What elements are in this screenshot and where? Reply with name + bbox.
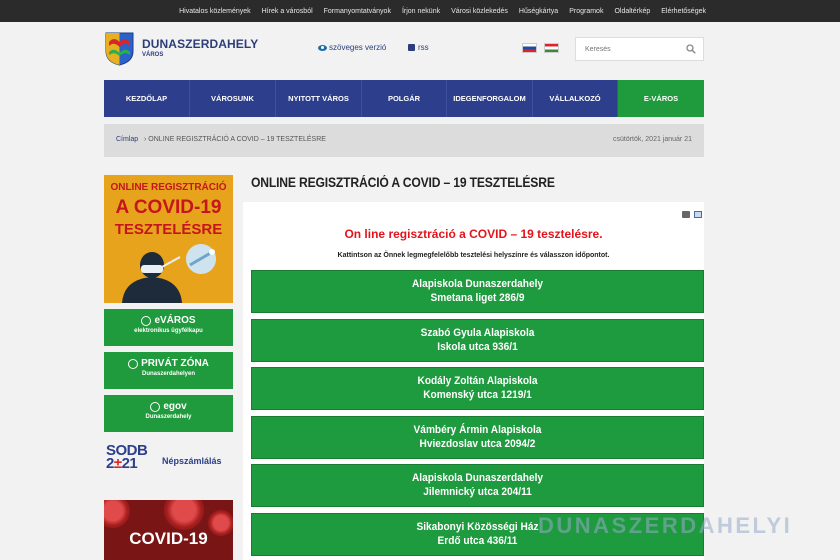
private-zone-subtitle: Dunaszerdahelyen (141, 371, 196, 377)
location-button[interactable]: Kodály Zoltán Alapiskola Komenský utca 1… (251, 367, 704, 410)
egov-subtitle: Dunaszerdahely (145, 414, 192, 420)
egov-title: egov (163, 401, 187, 412)
topbar-link-sitemap[interactable]: Oldaltérkép (614, 8, 650, 15)
covid-info-card[interactable]: COVID-19 (104, 500, 233, 560)
covid-card-label: COVID-19 (129, 529, 208, 548)
nav-item-e-city[interactable]: E-VÁROS (618, 80, 704, 117)
nav-item-home[interactable]: KEZDŐLAP (104, 80, 190, 117)
slovak-flag-icon[interactable] (522, 43, 537, 53)
banner-line-2: A COVID-19 (115, 197, 222, 218)
topbar-link-news[interactable]: Hírek a városból (262, 8, 313, 15)
e-city-subtitle: elektronikus ügyfélkapu (134, 328, 203, 334)
banner-line-1: ONLINE REGISZTRÁCIÓ (110, 182, 227, 193)
census-logo-num-a: 2 (106, 455, 114, 472)
census-logo: SODB 2±21 (106, 443, 148, 472)
breadcrumb: Címlap › ONLINE REGISZTRÁCIÓ A COVID – 1… (104, 124, 704, 157)
site-logo-title[interactable]: DUNASZERDAHELY (142, 37, 258, 51)
breadcrumb-separator: › (144, 136, 147, 143)
rss-label: rss (418, 43, 429, 52)
search-input[interactable] (576, 38, 676, 61)
nav-item-entrepreneur[interactable]: VÁLLALKOZÓ (533, 80, 618, 117)
article-instruction: Kattintson az Önnek legmegfelelőbb teszt… (337, 252, 610, 259)
covid-test-illustration (122, 244, 216, 303)
text-version-link[interactable]: szöveges verzió (318, 43, 386, 52)
location-button[interactable]: Alapiskola Dunaszerdahely Jilemnický utc… (251, 464, 704, 507)
main-content: ONLINE REGISZTRÁCIÓ A COVID – 19 TESZTEL… (243, 167, 704, 560)
text-version-label: szöveges verzió (329, 43, 387, 52)
topbar-link-contact[interactable]: Írjon nekünk (402, 8, 440, 15)
article-body: On line regisztráció a COVID – 19 teszte… (243, 202, 704, 560)
virus-decoration (164, 500, 204, 530)
city-crest-icon[interactable] (105, 32, 134, 66)
hungarian-flag-icon[interactable] (544, 43, 559, 53)
location-name: Vámbéry Ármin Alapiskola (413, 424, 542, 436)
main-navigation: KEZDŐLAP VÁROSUNK NYITOTT VÁROS POLGÁR I… (104, 80, 704, 117)
top-utility-bar: Hivatalos közlemények Hírek a városból F… (0, 0, 840, 22)
news-site-watermark: DUNASZERDAHELYI (538, 513, 793, 538)
location-button[interactable]: Vámbéry Ármin Alapiskola Hviezdoslav utc… (251, 416, 704, 459)
banner-line-3: TESZTELÉSRE (114, 221, 223, 238)
census-logo-plus: ± (113, 455, 122, 472)
page-title: ONLINE REGISZTRÁCIÓ A COVID – 19 TESZTEL… (251, 175, 555, 190)
article-heading: On line regisztráció a COVID – 19 teszte… (344, 227, 603, 241)
e-city-button[interactable]: eVÁROS elektronikus ügyfélkapu (104, 309, 233, 346)
globe-icon (141, 315, 152, 326)
article-tools (678, 211, 702, 218)
topbar-link-forms[interactable]: Formanyomtatványok (324, 8, 391, 15)
topbar-link-announcements[interactable]: Hivatalos közlemények (179, 8, 251, 15)
location-name: Alapiskola Dunaszerdahely (411, 472, 544, 484)
rss-icon (408, 44, 415, 51)
egov-button[interactable]: egov Dunaszerdahely (104, 395, 233, 432)
rss-link[interactable]: rss (408, 43, 429, 52)
nav-item-citizen[interactable]: POLGÁR (362, 80, 447, 117)
location-address: Hviezdoslav utca 2094/2 (419, 438, 536, 450)
topbar-link-loyalty-card[interactable]: Hűségkártya (519, 8, 558, 15)
private-zone-button[interactable]: PRIVÁT ZÓNA Dunaszerdahelyen (104, 352, 233, 389)
breadcrumb-home-link[interactable]: Címlap (116, 136, 138, 143)
census-logo-num-b: 21 (121, 455, 138, 472)
e-city-title: eVÁROS (154, 315, 196, 326)
print-icon[interactable] (682, 211, 690, 218)
info-icon (150, 401, 161, 412)
email-icon[interactable] (694, 211, 702, 218)
page-container: DUNASZERDAHELY VÁROS szöveges verzió rss… (104, 22, 704, 560)
nav-item-open-city[interactable]: NYITOTT VÁROS (276, 80, 362, 117)
breadcrumb-current-label: ONLINE REGISZTRÁCIÓ A COVID – 19 TESZTEL… (148, 136, 326, 143)
topbar-link-transport[interactable]: Városi közlekedés (451, 8, 508, 15)
location-name: Kodály Zoltán Alapiskola (417, 375, 538, 387)
topbar-link-contacts[interactable]: Elérhetőségek (661, 8, 706, 15)
location-address: Iskola utca 936/1 (437, 341, 518, 353)
covid-registration-banner[interactable]: ONLINE REGISZTRÁCIÓ A COVID-19 TESZTELÉS… (104, 175, 233, 303)
location-name: Szabó Gyula Alapiskola (420, 327, 535, 339)
eye-icon (318, 44, 327, 51)
location-button[interactable]: Alapiskola Dunaszerdahely Smetana liget … (251, 270, 704, 313)
current-date: csütörtök, 2021 január 21 (613, 136, 692, 143)
location-name: Alapiskola Dunaszerdahely (411, 278, 544, 290)
breadcrumb-current: › ONLINE REGISZTRÁCIÓ A COVID – 19 TESZT… (144, 136, 326, 143)
virus-decoration (104, 500, 130, 528)
location-address: Komenský utca 1219/1 (423, 389, 532, 401)
location-address: Jilemnický utca 204/11 (423, 486, 532, 498)
search-icon[interactable] (686, 44, 696, 54)
user-icon (128, 358, 139, 369)
location-address: Smetana liget 286/9 (430, 292, 525, 304)
site-logo-subtitle: VÁROS (142, 52, 164, 58)
private-zone-title: PRIVÁT ZÓNA (141, 358, 209, 369)
topbar-link-programs[interactable]: Programok (569, 8, 603, 15)
nav-item-our-city[interactable]: VÁROSUNK (190, 80, 276, 117)
site-header: DUNASZERDAHELY VÁROS szöveges verzió rss (104, 22, 704, 80)
search-box (575, 37, 704, 61)
census-label: Népszámlálás (162, 456, 222, 466)
nav-item-tourism[interactable]: IDEGENFORGALOM (447, 80, 533, 117)
location-button[interactable]: Szabó Gyula Alapiskola Iskola utca 936/1 (251, 319, 704, 362)
census-banner[interactable]: SODB 2±21 Népszámlálás (104, 440, 233, 482)
